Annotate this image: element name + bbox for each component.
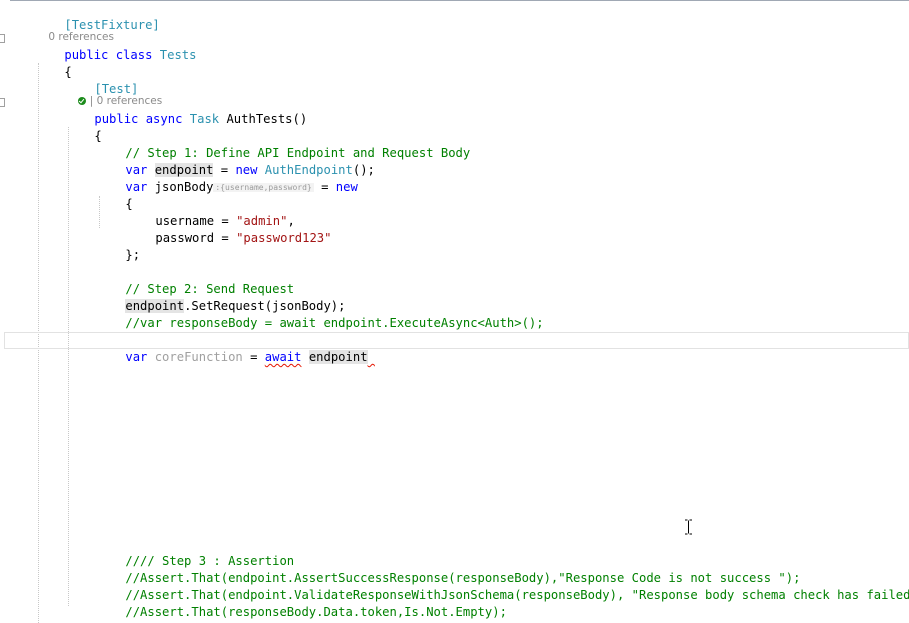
code-line-object-close-brace[interactable]: }; xyxy=(96,230,140,262)
code-line-jsonbody-declaration[interactable]: var jsonBody:{username,password} = new xyxy=(96,162,357,194)
code-line-method-declaration[interactable]: public async Task AuthTests() xyxy=(65,94,307,126)
method-modifiers: public async xyxy=(94,112,183,126)
assign-operator: = xyxy=(313,180,336,194)
new-keyword: new xyxy=(335,180,358,194)
string-password: "password123" xyxy=(236,231,332,245)
ibeam-cursor-icon xyxy=(685,519,692,535)
comment-assert-token: //Assert.That(responseBody.Data.token,Is… xyxy=(125,605,507,619)
indent-guide xyxy=(68,127,69,606)
code-line-comment-step1[interactable]: // Step 1: Define API Endpoint and Reque… xyxy=(96,128,470,160)
comment-execute-async: //var responseBody = await endpoint.Exec… xyxy=(125,316,544,330)
code-line-method-close-brace[interactable]: } xyxy=(65,604,101,623)
code-line-comment-step2[interactable]: // Step 2: Send Request xyxy=(96,264,294,296)
code-line-password[interactable]: password = "password123" xyxy=(126,213,331,245)
code-line-testfixture-attribute[interactable]: [TestFixture] xyxy=(35,0,159,32)
await-keyword-error: await xyxy=(264,350,302,364)
class-modifiers: public class xyxy=(64,48,153,62)
inline-type-hint: :{username,password} xyxy=(213,183,314,192)
code-line-endpoint-declaration[interactable]: var endpoint = new AuthEndpoint(); xyxy=(96,145,375,177)
editor-gutter xyxy=(0,0,10,623)
code-line-commented-execute[interactable]: //var responseBody = await endpoint.Exec… xyxy=(96,298,543,330)
code-line-username[interactable]: username = "admin", xyxy=(126,196,294,228)
code-line-class-open-brace[interactable]: { xyxy=(35,47,71,79)
code-line-object-open-brace[interactable]: { xyxy=(96,179,132,211)
var-keyword: var xyxy=(125,350,148,364)
code-line-class-declaration[interactable]: public class Tests xyxy=(35,30,196,62)
missing-semicolon-error xyxy=(368,349,375,366)
method-name-authtests: AuthTests() xyxy=(226,112,308,126)
code-line-corefunction[interactable]: var coreFunction = await endpoint xyxy=(96,332,375,364)
return-type-task: Task xyxy=(189,112,220,126)
code-line-comment-step3[interactable]: //// Step 3 : Assertion xyxy=(96,536,294,568)
code-line-commented-assert-success[interactable]: //Assert.That(endpoint.AssertSuccessResp… xyxy=(96,553,800,585)
fold-collapse-method-icon[interactable] xyxy=(0,98,5,107)
code-line-method-open-brace[interactable]: { xyxy=(65,111,101,143)
class-name-tests: Tests xyxy=(159,48,197,62)
identifier-endpoint: endpoint xyxy=(308,350,368,364)
property-password: password = xyxy=(155,231,237,245)
assign-operator: = xyxy=(242,350,265,364)
identifier-jsonbody: jsonBody xyxy=(147,180,214,194)
code-editor[interactable]: [TestFixture] 0 references public class … xyxy=(0,0,909,623)
code-line-test-attribute[interactable]: [Test] xyxy=(65,64,138,96)
code-line-commented-assert-schema[interactable]: //Assert.That(endpoint.ValidateResponseW… xyxy=(96,570,909,602)
object-close-brace: }; xyxy=(125,248,141,262)
code-line-set-request[interactable]: endpoint.SetRequest(jsonBody); xyxy=(96,281,346,313)
identifier-corefunction: coreFunction xyxy=(154,350,243,364)
fold-collapse-class-icon[interactable] xyxy=(0,34,5,43)
code-line-commented-assert-token[interactable]: //Assert.That(responseBody.Data.token,Is… xyxy=(96,587,507,619)
